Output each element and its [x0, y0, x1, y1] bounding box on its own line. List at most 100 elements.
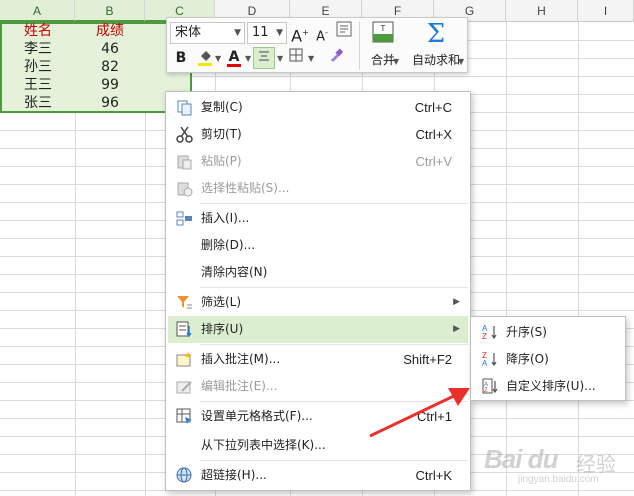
insert-icon	[176, 211, 192, 226]
shrink-font-button[interactable]: A-	[311, 22, 333, 44]
column-header-b[interactable]: B	[75, 0, 145, 22]
menu-separator	[200, 203, 468, 204]
cell-name[interactable]: 王三	[20, 76, 75, 94]
chevron-down-icon[interactable]: ▼	[277, 54, 283, 63]
chevron-down-icon[interactable]: ▼	[393, 57, 399, 66]
font-size-value: 11	[252, 25, 269, 40]
hyperlink-icon	[176, 467, 192, 483]
font-size-select[interactable]: 11 ▼	[247, 22, 287, 44]
menu-item-label: 插入(I)...	[201, 211, 250, 225]
cell-score[interactable]: 82	[75, 58, 145, 76]
menu-item-label: 从下拉列表中选择(K)...	[201, 438, 326, 452]
sort-icon	[176, 321, 192, 338]
submenu-item-sort-descending[interactable]: ZA 降序(O)	[473, 346, 623, 372]
chevron-down-icon[interactable]: ▼	[308, 54, 314, 63]
borders-icon	[289, 48, 303, 62]
menu-item-cut[interactable]: 剪切(T) Ctrl+X	[168, 121, 468, 148]
shrink-font-icon: A	[316, 29, 325, 45]
paste-special-icon	[177, 182, 193, 197]
column-header-a[interactable]: A	[0, 0, 75, 22]
menu-item-label: 复制(C)	[201, 100, 243, 114]
align-center-icon	[259, 51, 269, 61]
format-painter-button[interactable]	[325, 47, 347, 69]
edit-comment-icon	[176, 381, 192, 394]
submenu-item-custom-sort[interactable]: AZ 自定义排序(U)...	[473, 373, 623, 399]
chevron-down-icon[interactable]: ▼	[458, 57, 464, 66]
menu-item-label: 超链接(H)...	[201, 468, 267, 482]
font-name-select[interactable]: 宋体 ▼	[170, 22, 245, 44]
borders-button[interactable]	[285, 47, 307, 69]
cell-header-score[interactable]: 成绩	[75, 22, 145, 40]
menu-item-insert-comment[interactable]: 插入批注(M)... Shift+F2	[168, 346, 468, 373]
menu-item-delete[interactable]: 删除(D)...	[168, 232, 468, 259]
menu-item-filter[interactable]: 筛选(L) ▶	[168, 289, 468, 316]
grow-font-icon: A	[291, 26, 303, 46]
mini-toolbar: 宋体 ▼ 11 ▼ A+ A- B ▼ A ▼ ▼ ▼ T 合并 ▼ Σ 自动求…	[166, 17, 468, 73]
menu-item-copy[interactable]: 复制(C) Ctrl+C	[168, 94, 468, 121]
menu-item-shortcut: Ctrl+X	[415, 127, 452, 142]
menu-item-shortcut: Ctrl+V	[415, 154, 452, 169]
chevron-down-icon: ▼	[234, 28, 241, 38]
menu-item-shortcut: Ctrl+K	[415, 468, 452, 483]
menu-item-hyperlink[interactable]: 超链接(H)... Ctrl+K	[168, 462, 468, 489]
cell-name[interactable]: 张三	[20, 94, 75, 112]
svg-text:Z: Z	[482, 332, 487, 340]
cell-name[interactable]: 李三	[20, 40, 75, 58]
menu-item-label: 选择性粘贴(S)...	[201, 181, 290, 195]
cell-name[interactable]: 孙三	[20, 58, 75, 76]
submenu-item-label: 降序(O)	[506, 352, 549, 366]
sort-submenu: AZ 升序(S) ZA 降序(O) AZ 自定义排序(U)...	[470, 316, 626, 401]
font-color-swatch	[227, 64, 241, 67]
font-color-button[interactable]: A	[223, 46, 245, 68]
menu-item-shortcut: Ctrl+C	[414, 100, 452, 115]
watermark-logo: Bai du	[484, 444, 558, 474]
wrap-text-icon	[336, 21, 352, 37]
svg-text:Z: Z	[484, 388, 488, 394]
format-cells-icon	[176, 408, 192, 424]
submenu-item-label: 升序(S)	[506, 325, 547, 339]
wrap-text-button[interactable]	[333, 21, 355, 43]
copy-icon	[177, 100, 192, 116]
chevron-down-icon: ▼	[276, 28, 283, 38]
svg-text:A: A	[482, 359, 488, 367]
sort-descending-icon: ZA	[482, 351, 497, 367]
watermark-text: 经验	[576, 454, 616, 476]
grow-font-button[interactable]: A+	[289, 22, 311, 46]
format-painter-icon	[331, 48, 344, 62]
column-header-h[interactable]: H	[506, 0, 578, 22]
menu-item-label: 排序(U)	[201, 322, 244, 336]
menu-item-paste[interactable]: 粘贴(P) Ctrl+V	[168, 148, 468, 175]
menu-item-label: 清除内容(N)	[201, 265, 268, 279]
menu-item-label: 粘贴(P)	[201, 154, 242, 168]
cell-score[interactable]: 99	[75, 76, 145, 94]
menu-separator	[200, 287, 468, 288]
cell-header-name[interactable]: 姓名	[20, 22, 75, 40]
svg-text:T: T	[381, 24, 386, 33]
bold-button[interactable]: B	[170, 47, 192, 69]
menu-item-paste-special[interactable]: 选择性粘贴(S)...	[168, 175, 468, 202]
cell-score[interactable]: 96	[75, 94, 145, 112]
cell-score[interactable]: 46	[75, 40, 145, 58]
autosum-button[interactable]: Σ 自动求和	[407, 20, 465, 68]
menu-item-insert[interactable]: 插入(I)...	[168, 205, 468, 232]
menu-item-clear-contents[interactable]: 清除内容(N)	[168, 259, 468, 286]
sigma-icon: Σ	[426, 19, 446, 49]
menu-item-label: 删除(D)...	[201, 238, 256, 252]
chevron-down-icon[interactable]: ▼	[215, 54, 221, 63]
chevron-right-icon: ▶	[453, 324, 460, 334]
submenu-item-sort-ascending[interactable]: AZ 升序(S)	[473, 319, 623, 345]
align-center-button[interactable]	[253, 47, 275, 69]
menu-separator	[200, 344, 468, 345]
menu-item-sort[interactable]: 排序(U) ▶	[168, 316, 468, 343]
custom-sort-icon: AZ	[482, 378, 498, 394]
menu-item-label: 插入批注(M)...	[201, 352, 281, 366]
chevron-down-icon[interactable]: ▼	[245, 54, 251, 63]
column-header-i[interactable]: I	[578, 0, 634, 22]
annotation-arrow	[369, 388, 470, 438]
menu-item-label: 设置单元格格式(F)...	[201, 409, 313, 423]
menu-item-label: 筛选(L)	[201, 295, 242, 309]
paste-icon	[177, 155, 192, 170]
menu-separator	[200, 460, 468, 461]
watermark-url: jingyan.baidu.com	[518, 474, 599, 485]
sort-ascending-icon: AZ	[482, 324, 497, 340]
